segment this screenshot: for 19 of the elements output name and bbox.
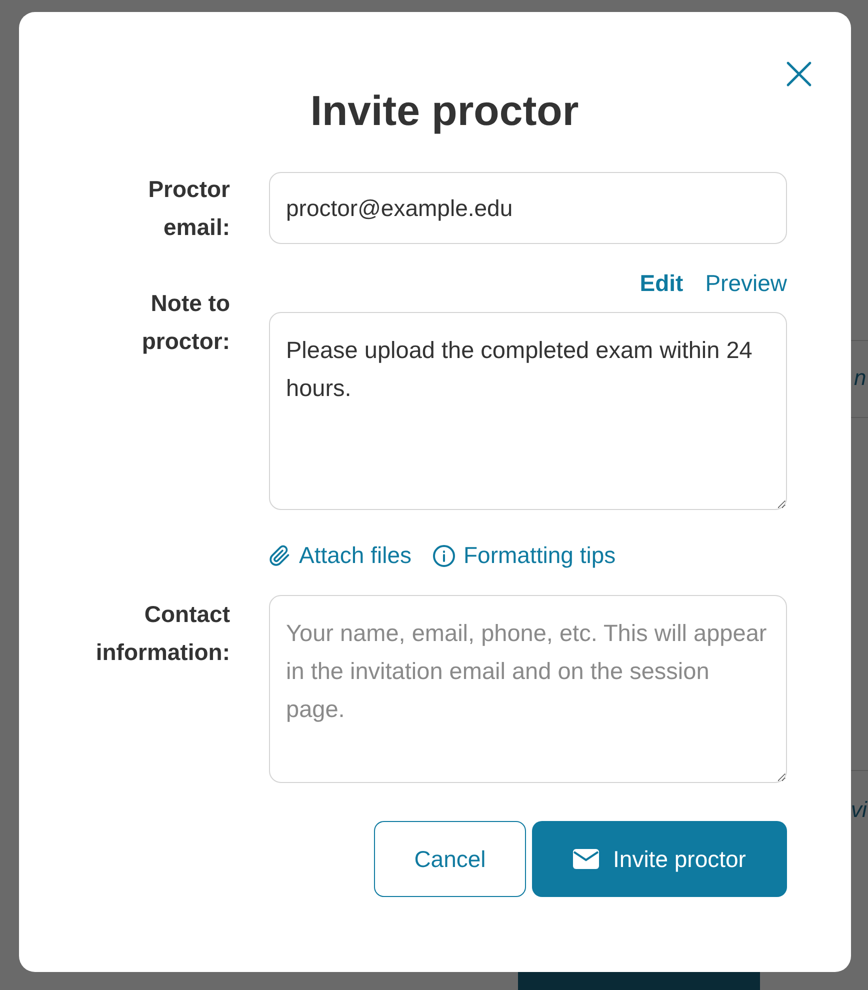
- note-field[interactable]: Please upload the completed exam within 24 hours.: [269, 312, 787, 510]
- contact-field[interactable]: Your name, email, phone, etc. This will appear in the invitation email and on the session page.: [269, 595, 787, 783]
- field-label: Note to proctor:: [140, 289, 230, 356]
- editor-tab[interactable]: Preview: [705, 270, 787, 296]
- field-label: Contact information:: [94, 600, 230, 667]
- editor-link[interactable]: Attach files: [269, 542, 412, 569]
- field-label: Proctor email:: [147, 175, 230, 242]
- info-icon: [432, 544, 456, 568]
- paperclip-icon: [269, 544, 291, 568]
- close-icon: [786, 61, 812, 87]
- email-field[interactable]: proctor@example.edu: [269, 172, 787, 244]
- background-text: n: [854, 365, 866, 391]
- envelope-icon: [573, 849, 600, 869]
- invite-button[interactable]: Invite proctor: [532, 821, 787, 897]
- dialog-title: Invite proctor: [309, 86, 580, 136]
- editor-link[interactable]: Formatting tips: [432, 542, 616, 569]
- background-text: vi: [851, 797, 867, 823]
- editor-tab[interactable]: Edit: [640, 270, 684, 296]
- cancel-button[interactable]: Cancel: [374, 821, 526, 897]
